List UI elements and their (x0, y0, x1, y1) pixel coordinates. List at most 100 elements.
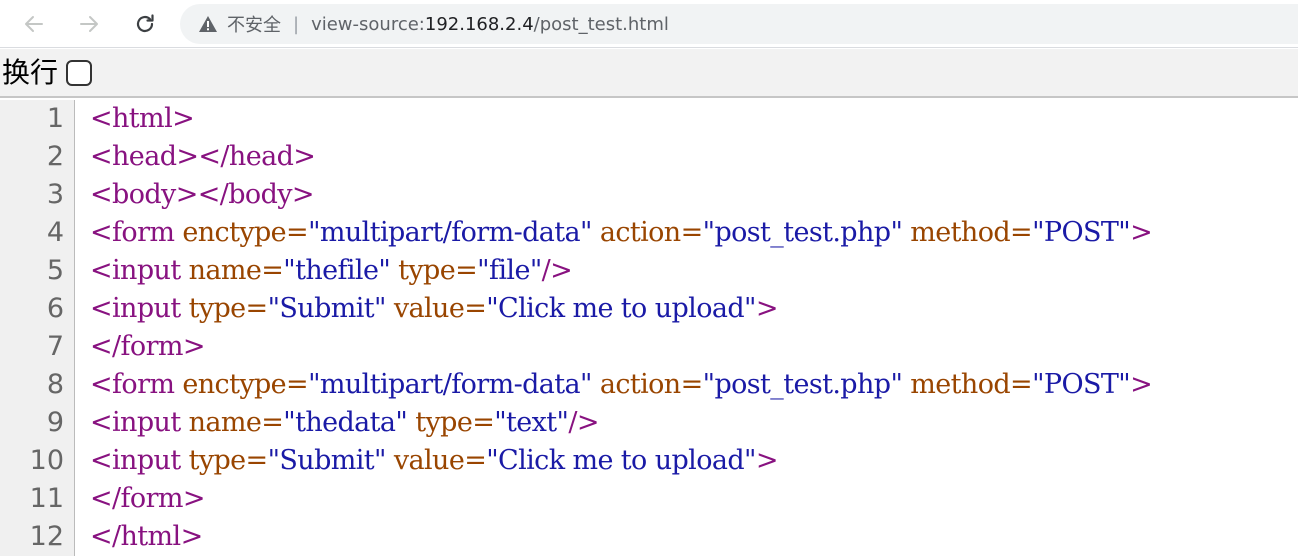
source-line: 6 <input type="Submit" value="Click me to… (0, 290, 1298, 328)
line-number: 3 (46, 179, 64, 210)
security-status[interactable]: 不安全 (227, 11, 281, 37)
url-path: /post_test.html (533, 13, 669, 35)
code-tag: <input (90, 445, 189, 476)
code-tag (592, 217, 600, 248)
code-tag: <form (90, 217, 183, 248)
code-tag (390, 255, 398, 286)
url-host: 192.168.2.4 (424, 13, 534, 35)
code-tag: /> (541, 255, 573, 286)
code-value: "Click me to upload" (486, 293, 756, 324)
arrow-left-icon (25, 16, 43, 32)
line-number: 12 (29, 521, 64, 552)
code-tag: </html> (90, 521, 203, 552)
line-code: <input name="thedata" type="text"/> (90, 404, 600, 442)
source-line: 11 </form> (0, 480, 1298, 518)
line-number: 11 (29, 483, 64, 514)
code-attribute: enctype= (182, 217, 309, 248)
source-line: 3 <body></body> (0, 176, 1298, 214)
code-value: "POST" (1032, 369, 1131, 400)
code-attribute: type= (398, 255, 478, 286)
code-tag: > (1130, 217, 1153, 248)
url-scheme: view-source: (311, 13, 425, 35)
code-attribute: type= (415, 407, 495, 438)
code-attribute: type= (188, 293, 269, 324)
code-value: "multipart/form-data" (308, 217, 592, 248)
address-separator: | (293, 13, 300, 35)
code-attribute: enctype= (182, 369, 309, 400)
code-value: "post_test.php" (702, 217, 903, 248)
line-wrap-checkbox[interactable] (66, 59, 93, 86)
source-line: 2 <head></head> (0, 138, 1298, 176)
code-attribute: method= (910, 217, 1033, 248)
code-attribute: action= (599, 217, 703, 248)
line-number: 1 (46, 103, 64, 134)
code-attribute: type= (188, 445, 269, 476)
line-number: 4 (46, 217, 64, 248)
url-text[interactable]: view-source:192.168.2.4/post_test.html (311, 14, 669, 35)
line-code: </form> (90, 328, 206, 366)
source-line: 4 <form enctype="multipart/form-data" act… (0, 214, 1298, 252)
source-line: 1 <html> (0, 100, 1298, 138)
code-tag (386, 293, 394, 324)
line-code: <form enctype="multipart/form-data" acti… (90, 214, 1153, 252)
line-wrap-bar: 换行 (0, 49, 1298, 98)
line-number: 7 (46, 331, 64, 362)
code-tag: > (755, 293, 779, 324)
reload-button[interactable] (125, 4, 165, 44)
code-value: "file" (477, 255, 542, 286)
source-line: 8 <form enctype="multipart/form-data" act… (0, 366, 1298, 404)
code-attribute: value= (393, 445, 487, 476)
code-attribute: name= (188, 255, 284, 286)
line-code: <html> (90, 100, 195, 138)
line-wrap-label: 换行 (2, 55, 59, 89)
code-attribute: value= (393, 293, 487, 324)
code-tag: <body></body> (90, 179, 315, 210)
code-tag: <form (90, 369, 183, 400)
line-number: 8 (46, 369, 64, 400)
line-code: <head></head> (90, 138, 316, 176)
code-tag: <html> (90, 103, 195, 134)
code-tag: <input (90, 293, 189, 324)
source-line: 5 <input name="thefile" type="file"/> (0, 252, 1298, 290)
line-code: </form> (90, 480, 206, 518)
code-tag: <head></head> (90, 141, 316, 172)
line-number: 2 (46, 141, 64, 172)
code-tag: <input (90, 255, 189, 286)
code-tag (386, 445, 394, 476)
code-attribute: method= (910, 369, 1033, 400)
code-tag: </form> (90, 331, 206, 362)
code-value: "multipart/form-data" (308, 369, 592, 400)
line-code: <input name="thefile" type="file"/> (90, 252, 573, 290)
line-code: <body></body> (90, 176, 315, 214)
code-tag (592, 369, 600, 400)
code-value: "Submit" (267, 293, 387, 324)
line-code: <input type="Submit" value="Click me to … (90, 442, 779, 480)
line-number: 9 (46, 407, 64, 438)
code-tag: <input (90, 407, 189, 438)
source-line: 12 </html> (0, 518, 1298, 556)
arrow-right-icon (80, 16, 98, 32)
code-value: "Submit" (267, 445, 387, 476)
reload-icon (136, 14, 154, 33)
source-line: 10 <input type="Submit" value="Click me t… (0, 442, 1298, 480)
line-number: 5 (46, 255, 64, 286)
code-attribute: name= (188, 407, 284, 438)
code-tag: > (755, 445, 779, 476)
back-button[interactable] (14, 4, 54, 44)
code-attribute: action= (599, 369, 703, 400)
line-code: <input type="Submit" value="Click me to … (90, 290, 779, 328)
code-value: "thefile" (283, 255, 391, 286)
browser-toolbar: 不安全 | view-source:192.168.2.4/post_test.… (0, 0, 1298, 48)
line-number: 6 (46, 293, 64, 324)
code-tag: /> (568, 407, 599, 438)
line-code: <form enctype="multipart/form-data" acti… (90, 366, 1153, 404)
code-tag: </form> (90, 483, 206, 514)
line-code: </html> (90, 518, 203, 556)
address-bar[interactable]: 不安全 | view-source:192.168.2.4/post_test.… (180, 4, 1298, 44)
code-value: "Click me to upload" (486, 445, 756, 476)
forward-button[interactable] (69, 4, 109, 44)
line-number: 10 (29, 445, 64, 476)
warning-icon[interactable] (198, 15, 218, 33)
code-tag: > (1130, 369, 1153, 400)
code-value: "text" (494, 407, 569, 438)
